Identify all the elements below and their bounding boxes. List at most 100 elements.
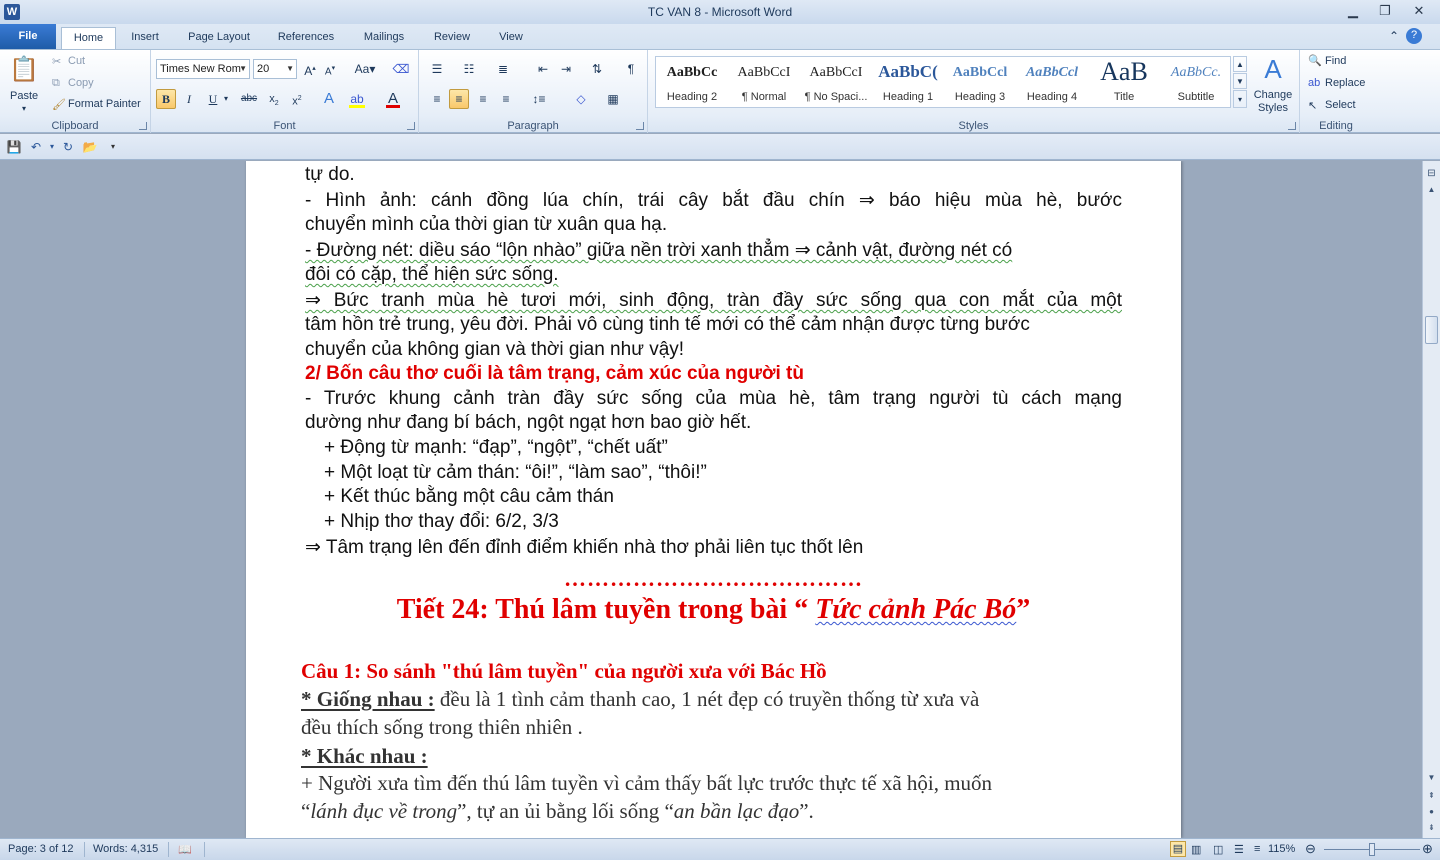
highlight-icon[interactable]: ab <box>347 89 367 109</box>
restore-icon[interactable]: ❐ <box>1370 2 1400 20</box>
zoom-in-icon[interactable]: ⊕ <box>1422 841 1433 857</box>
select-browse-object-icon[interactable]: ● <box>1425 805 1438 819</box>
tab-home[interactable]: Home <box>61 27 116 49</box>
style-title[interactable]: AaB Title <box>1088 57 1160 107</box>
open-folder-icon[interactable]: 📂 <box>82 138 98 156</box>
style-heading-3[interactable]: AaBbCcl Heading 3 <box>944 57 1016 107</box>
align-left-icon[interactable]: ≡ <box>427 89 447 109</box>
web-layout-icon[interactable]: ◫ <box>1213 843 1223 856</box>
zoom-slider-thumb[interactable] <box>1369 843 1375 856</box>
minimize-ribbon-icon[interactable]: ⌃ <box>1384 26 1404 46</box>
close-icon[interactable]: ✕ <box>1404 2 1434 20</box>
show-formatting-icon[interactable]: ¶ <box>621 59 641 79</box>
tab-page-layout[interactable]: Page Layout <box>180 27 258 49</box>
replace-button[interactable]: Replace <box>1325 77 1365 89</box>
underline-button[interactable]: U <box>203 89 223 109</box>
tab-view[interactable]: View <box>490 27 532 49</box>
undo-icon[interactable]: ↶ <box>28 138 44 156</box>
zoom-level[interactable]: 115% <box>1268 843 1295 855</box>
bold-button[interactable]: B <box>156 89 176 109</box>
select-icon[interactable]: ↖ <box>1308 99 1317 112</box>
style-no-spacing[interactable]: AaBbCcI ¶ No Spaci... <box>800 57 872 107</box>
chevron-down-icon[interactable]: ▼ <box>239 60 247 78</box>
multilevel-list-icon[interactable]: ≣ <box>493 59 513 79</box>
find-icon[interactable]: 🔍 <box>1308 54 1322 67</box>
align-center-icon[interactable]: ≡ <box>449 89 469 109</box>
shading-icon[interactable]: ◇ <box>571 89 591 109</box>
decrease-indent-icon[interactable]: ⇤ <box>533 59 553 79</box>
text-effects-icon[interactable]: A <box>319 89 339 109</box>
word-count[interactable]: Words: 4,315 <box>93 843 158 855</box>
undo-dropdown-icon[interactable]: ▾ <box>44 138 60 156</box>
bullets-icon[interactable]: ☰ <box>427 59 447 79</box>
document-page[interactable]: tự do. - Hình ảnh: cánh đồng lúa chín, t… <box>246 161 1181 838</box>
full-screen-reading-icon[interactable]: ▥ <box>1191 843 1201 856</box>
format-painter-icon[interactable]: 🖌 <box>52 98 66 111</box>
chevron-down-icon[interactable]: ▼ <box>286 60 294 78</box>
redo-icon[interactable]: ↻ <box>60 138 76 156</box>
style-heading-4[interactable]: AaBbCcl Heading 4 <box>1016 57 1088 107</box>
select-button[interactable]: Select <box>1325 99 1356 111</box>
font-launcher-icon[interactable] <box>407 122 415 130</box>
help-icon[interactable]: ? <box>1406 28 1422 44</box>
style-heading-2[interactable]: AaBbCc Heading 2 <box>656 57 728 107</box>
copy-button[interactable]: Copy <box>68 77 94 89</box>
paragraph-launcher-icon[interactable] <box>636 122 644 130</box>
tab-review[interactable]: Review <box>426 27 478 49</box>
styles-scroll-up-icon[interactable]: ▲ <box>1233 56 1247 72</box>
subscript-button[interactable]: x2 <box>264 89 284 109</box>
styles-scroll-down-icon[interactable]: ▼ <box>1233 73 1247 89</box>
proofing-icon[interactable]: 📖 <box>178 843 192 856</box>
superscript-button[interactable]: x2 <box>287 89 307 109</box>
underline-dropdown-icon[interactable]: ▾ <box>221 89 231 109</box>
page-count[interactable]: Page: 3 of 12 <box>8 843 73 855</box>
styles-launcher-icon[interactable] <box>1288 122 1296 130</box>
paste-button[interactable]: Paste <box>10 90 38 102</box>
grow-font-icon[interactable]: A▴ <box>300 59 320 79</box>
scroll-down-icon[interactable]: ▼ <box>1425 771 1438 785</box>
copy-icon[interactable]: ⧉ <box>52 77 60 90</box>
clear-formatting-icon[interactable]: ⌫ <box>391 59 411 79</box>
scroll-up-icon[interactable]: ▲ <box>1425 183 1438 197</box>
ruler-toggle-icon[interactable]: ⊟ <box>1425 167 1438 181</box>
outline-icon[interactable]: ☰ <box>1234 843 1244 856</box>
cut-icon[interactable]: ✂ <box>52 55 61 68</box>
tab-file[interactable]: File <box>0 24 56 49</box>
italic-button[interactable]: I <box>179 89 199 109</box>
align-right-icon[interactable]: ≡ <box>473 89 493 109</box>
tab-insert[interactable]: Insert <box>122 27 168 49</box>
vertical-scrollbar[interactable]: ⊟ ▲ ▼ ⇞ ● ⇟ <box>1422 161 1440 838</box>
paste-dropdown-icon[interactable]: ▾ <box>22 104 26 113</box>
strikethrough-button[interactable]: abc <box>237 89 261 109</box>
tab-mailings[interactable]: Mailings <box>354 27 414 49</box>
save-icon[interactable]: 💾 <box>6 138 22 156</box>
style-normal[interactable]: AaBbCcI ¶ Normal <box>728 57 800 107</box>
next-page-icon[interactable]: ⇟ <box>1425 821 1438 835</box>
change-styles-icon[interactable]: A <box>1258 54 1288 84</box>
font-color-icon[interactable]: A <box>383 89 403 109</box>
justify-icon[interactable]: ≡ <box>496 89 516 109</box>
scrollbar-thumb[interactable] <box>1425 316 1438 344</box>
format-painter-button[interactable]: Format Painter <box>68 98 141 110</box>
styles-more-icon[interactable]: ▾ <box>1233 90 1247 108</box>
paste-icon[interactable]: 📋 <box>8 54 40 86</box>
draft-icon[interactable]: ≡ <box>1254 843 1260 855</box>
numbering-icon[interactable]: ☷ <box>459 59 479 79</box>
find-button[interactable]: Find <box>1325 55 1346 67</box>
print-layout-icon[interactable]: ▤ <box>1170 841 1186 857</box>
style-subtitle[interactable]: AaBbCc. Subtitle <box>1160 57 1232 107</box>
customize-qat-icon[interactable]: ▾ <box>105 138 121 156</box>
clipboard-launcher-icon[interactable] <box>139 122 147 130</box>
style-heading-1[interactable]: AaBbC( Heading 1 <box>872 57 944 107</box>
font-name-combo[interactable]: Times New Rom ▼ <box>156 59 250 79</box>
replace-icon[interactable]: ab <box>1308 77 1320 89</box>
change-styles-button[interactable]: Change Styles <box>1252 89 1294 115</box>
font-size-combo[interactable]: 20 ▼ <box>253 59 297 79</box>
previous-page-icon[interactable]: ⇞ <box>1425 789 1438 803</box>
increase-indent-icon[interactable]: ⇥ <box>556 59 576 79</box>
line-spacing-icon[interactable]: ↕≡ <box>529 89 549 109</box>
zoom-out-icon[interactable]: ⊖ <box>1305 841 1316 857</box>
borders-icon[interactable]: ▦ <box>603 89 623 109</box>
change-case-icon[interactable]: Aa▾ <box>351 59 379 79</box>
cut-button[interactable]: Cut <box>68 55 85 67</box>
